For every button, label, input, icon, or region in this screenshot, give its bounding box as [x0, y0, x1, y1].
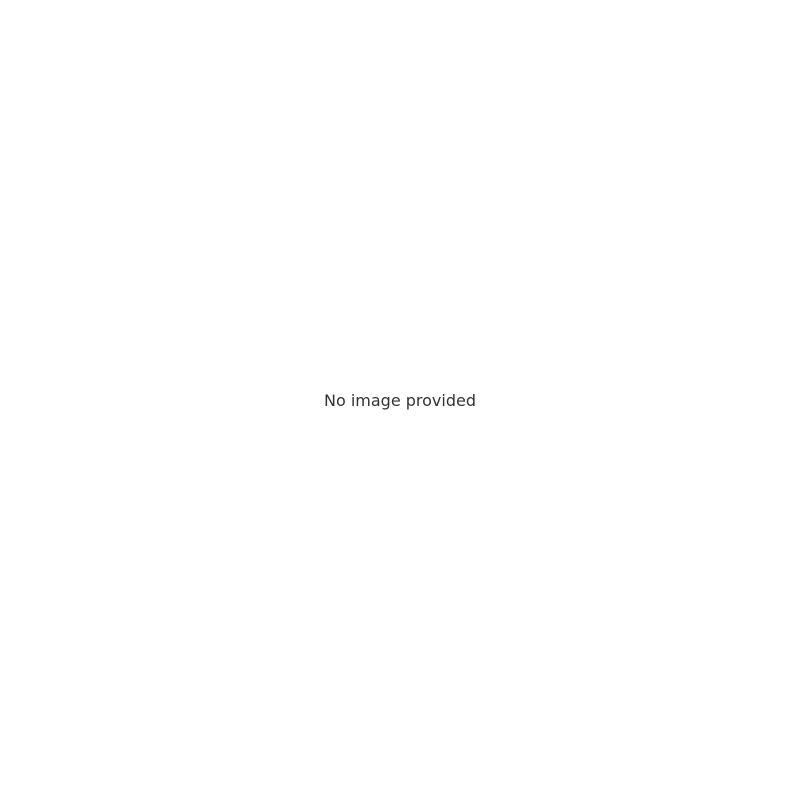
placeholder: No image provided — [0, 0, 800, 800]
placeholder-title: No image provided — [323, 390, 476, 410]
